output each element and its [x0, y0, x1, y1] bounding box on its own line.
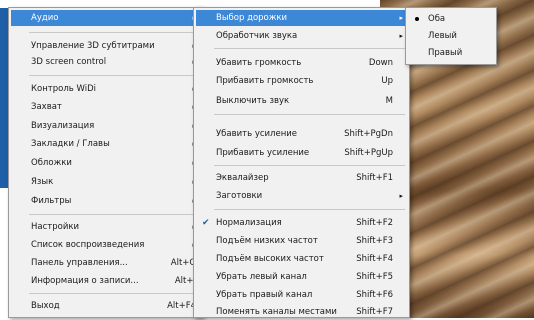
menu-item-shortcut: Shift+PgDn: [344, 129, 393, 139]
menu-item-shortcut: Shift+F2: [356, 218, 393, 228]
menu-item-filters[interactable]: Фильтры ▸: [11, 193, 200, 209]
menu-item-settings[interactable]: Настройки ▸: [11, 219, 200, 235]
menu-item-capture[interactable]: Захват ▸: [11, 99, 200, 115]
menu-item-shortcut: Shift+F6: [356, 290, 393, 300]
menu-item-label: Заготовки: [216, 191, 263, 201]
menu-item-label: Эквалайзер: [216, 173, 269, 183]
submenu-arrow-icon: ▸: [399, 192, 403, 200]
menu-item-treble-boost[interactable]: Подъём высоких частот Shift+F4: [196, 251, 407, 267]
menu-item-3d-subtitles[interactable]: Управление 3D субтитрами ▸: [11, 38, 200, 54]
menu-item-track-right[interactable]: Правый: [408, 45, 494, 61]
menu-item-label: Подъём высоких частот: [216, 254, 324, 264]
track-submenu: Оба Левый Правый: [405, 7, 497, 65]
menu-separator: [214, 165, 405, 166]
menu-item-playlist[interactable]: Список воспроизведения ▸: [11, 237, 200, 253]
menu-separator: [29, 214, 198, 215]
main-context-menu: Аудио ▸ Управление 3D субтитрами ▸ 3D sc…: [8, 7, 203, 318]
menu-item-label: Закладки / Главы: [31, 139, 110, 149]
menu-item-remove-right-channel[interactable]: Убрать правый канал Shift+F6: [196, 287, 407, 303]
menu-item-gain-up[interactable]: Прибавить усиление Shift+PgUp: [196, 145, 407, 161]
menu-item-label: Убрать левый канал: [216, 272, 307, 282]
menu-item-label: Аудио: [31, 13, 59, 23]
menu-separator: [29, 75, 198, 76]
menu-item-label: Левый: [428, 31, 457, 41]
menu-item-label: Правый: [428, 48, 463, 58]
menu-item-remove-left-channel[interactable]: Убрать левый канал Shift+F5: [196, 269, 407, 285]
menu-item-label: Фильтры: [31, 196, 72, 206]
menu-item-normalization[interactable]: ✔ Нормализация Shift+F2: [196, 215, 407, 231]
menu-item-label: Обложки: [31, 158, 72, 168]
menu-item-shortcut: Down: [368, 58, 393, 68]
menu-item-shortcut: Shift+PgUp: [344, 148, 393, 158]
menu-item-label: Настройки: [31, 222, 80, 232]
menu-item-bass-boost[interactable]: Подъём низких частот Shift+F3: [196, 233, 407, 249]
menu-item-gain-down[interactable]: Убавить усиление Shift+PgDn: [196, 126, 407, 142]
menu-item-audio-renderer[interactable]: Обработчик звука ▸: [196, 28, 407, 44]
menu-item-label: Список воспроизведения: [31, 240, 145, 250]
menu-item-label: Прибавить громкость: [216, 76, 314, 86]
menu-item-shortcut: M: [385, 96, 393, 106]
menu-item-label: Выключить звук: [216, 96, 290, 106]
menu-item-covers[interactable]: Обложки ▸: [11, 155, 200, 171]
menu-item-volume-down[interactable]: Убавить громкость Down: [196, 55, 407, 71]
menu-item-3d-screen-control[interactable]: 3D screen control ▸: [11, 54, 200, 70]
menu-item-shortcut: Shift+F5: [356, 272, 393, 282]
menu-item-label: Захват: [31, 102, 62, 112]
menu-item-track-left[interactable]: Левый: [408, 28, 494, 44]
menu-item-track-both[interactable]: Оба: [408, 11, 494, 27]
menu-item-record-info[interactable]: Информация о записи... Alt+J: [11, 273, 200, 289]
menu-item-audio[interactable]: Аудио ▸: [11, 10, 200, 26]
menu-item-shortcut: Shift+F3: [356, 236, 393, 246]
menu-separator: [29, 293, 198, 294]
menu-item-label: 3D screen control: [31, 57, 107, 67]
menu-item-label: Прибавить усиление: [216, 148, 310, 158]
menu-item-label: Убрать правый канал: [216, 290, 313, 300]
menu-separator: [214, 209, 405, 210]
menu-item-shortcut: Up: [381, 76, 393, 86]
menu-separator: [29, 32, 198, 33]
menu-separator: [214, 48, 405, 49]
menu-item-visualization[interactable]: Визуализация ▸: [11, 118, 200, 134]
menu-item-label: Убавить усиление: [216, 129, 298, 139]
menu-item-label: Информация о записи...: [31, 276, 139, 286]
menu-item-label: Подъём низких частот: [216, 236, 318, 246]
menu-item-control-panel[interactable]: Панель управления... Alt+G: [11, 255, 200, 271]
menu-item-equalizer[interactable]: Эквалайзер Shift+F1: [196, 170, 407, 186]
menu-item-presets[interactable]: Заготовки ▸: [196, 188, 407, 204]
menu-item-label: Выбор дорожки: [216, 13, 288, 23]
menu-item-volume-up[interactable]: Прибавить громкость Up: [196, 73, 407, 89]
menu-item-shortcut: Alt+F4: [167, 301, 196, 311]
menu-item-shortcut: Shift+F4: [356, 254, 393, 264]
menu-item-label: Убавить громкость: [216, 58, 302, 68]
menu-item-shortcut: Shift+F1: [356, 173, 393, 183]
menu-item-label: Язык: [31, 177, 54, 187]
menu-item-bookmarks[interactable]: Закладки / Главы ▸: [11, 136, 200, 152]
menu-separator: [214, 114, 405, 115]
menu-item-label: Панель управления...: [31, 258, 128, 268]
menu-item-label: Выход: [31, 301, 60, 311]
submenu-arrow-icon: ▸: [399, 32, 403, 40]
submenu-arrow-icon: ▸: [399, 14, 403, 22]
menu-item-label: Визуализация: [31, 121, 95, 131]
menu-item-label: Оба: [428, 14, 446, 24]
menu-item-label: Контроль WiDi: [31, 84, 96, 94]
menu-item-mute[interactable]: Выключить звук M: [196, 93, 407, 109]
menu-item-widi[interactable]: Контроль WiDi ▸: [11, 81, 200, 97]
menu-item-language[interactable]: Язык ▸: [11, 174, 200, 190]
checkmark-icon: ✔: [202, 218, 210, 228]
menu-item-label: Обработчик звука: [216, 31, 298, 41]
menu-item-label: Нормализация: [216, 218, 282, 228]
menu-item-exit[interactable]: Выход Alt+F4: [11, 298, 200, 314]
audio-submenu: Выбор дорожки ▸ Обработчик звука ▸ Убави…: [193, 7, 410, 318]
menu-item-label: Управление 3D субтитрами: [31, 41, 155, 51]
radio-dot-icon: [415, 17, 419, 21]
menu-item-track-select[interactable]: Выбор дорожки ▸: [196, 10, 407, 26]
